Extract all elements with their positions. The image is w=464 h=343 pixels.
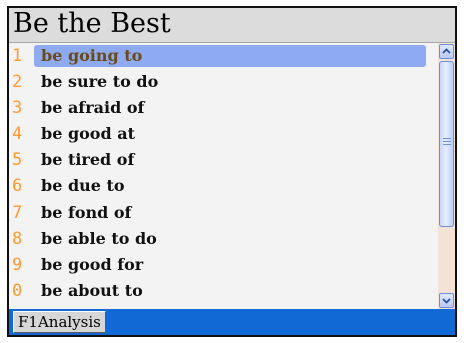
scroll-up-button[interactable] bbox=[439, 44, 454, 59]
item-number: 8 bbox=[12, 228, 23, 249]
list-item[interactable]: 8 be able to do bbox=[9, 226, 438, 252]
list-item[interactable]: 3 be afraid of bbox=[9, 95, 438, 121]
scroll-down-arrow-icon bbox=[442, 298, 451, 304]
analysis-button[interactable]: F1Analysis bbox=[13, 311, 106, 333]
item-number: 3 bbox=[12, 98, 23, 119]
item-phrase: be afraid of bbox=[41, 98, 145, 118]
list-item[interactable]: 7 be fond of bbox=[9, 200, 438, 226]
item-number: 6 bbox=[12, 176, 23, 197]
list-item[interactable]: 1 be going to bbox=[9, 43, 438, 69]
item-number: 0 bbox=[12, 280, 23, 301]
item-phrase: be sure to do bbox=[41, 72, 159, 92]
item-number: 2 bbox=[12, 72, 23, 93]
list-item[interactable]: 0 be about to bbox=[9, 278, 438, 304]
item-phrase: be good for bbox=[41, 254, 144, 274]
screen: Be the Best 1 be going to 2 be sure to d… bbox=[0, 0, 464, 343]
item-phrase: be tired of bbox=[41, 150, 135, 170]
item-phrase: be due to bbox=[41, 176, 125, 196]
vertical-scrollbar[interactable] bbox=[438, 43, 455, 309]
window-title: Be the Best bbox=[13, 8, 171, 39]
list-item[interactable]: 6 be due to bbox=[9, 173, 438, 199]
item-number: 1 bbox=[12, 46, 23, 66]
bottom-toolbar: F1Analysis bbox=[9, 309, 455, 335]
item-number: 5 bbox=[12, 150, 23, 171]
item-number: 7 bbox=[12, 202, 23, 223]
list-item[interactable]: 4 be good at bbox=[9, 121, 438, 147]
title-bar: Be the Best bbox=[9, 8, 455, 43]
scroll-grip-icon bbox=[443, 138, 451, 147]
scroll-thumb[interactable] bbox=[439, 61, 454, 227]
item-number: 9 bbox=[12, 254, 23, 275]
item-phrase: be going to bbox=[34, 45, 426, 67]
scroll-up-arrow-icon bbox=[442, 48, 451, 54]
item-phrase: be good at bbox=[41, 124, 135, 144]
list-item[interactable]: 5 be tired of bbox=[9, 147, 438, 173]
phrase-list: 1 be going to 2 be sure to do 3 be afrai… bbox=[9, 43, 438, 309]
list-item[interactable]: 2 be sure to do bbox=[9, 69, 438, 95]
list-item[interactable]: 9 be good for bbox=[9, 252, 438, 278]
scroll-down-button[interactable] bbox=[439, 293, 454, 308]
item-phrase: be fond of bbox=[41, 202, 132, 222]
item-number: 4 bbox=[12, 124, 23, 145]
app-window: Be the Best 1 be going to 2 be sure to d… bbox=[7, 6, 457, 337]
item-phrase: be able to do bbox=[41, 228, 157, 248]
item-phrase: be about to bbox=[41, 280, 143, 300]
